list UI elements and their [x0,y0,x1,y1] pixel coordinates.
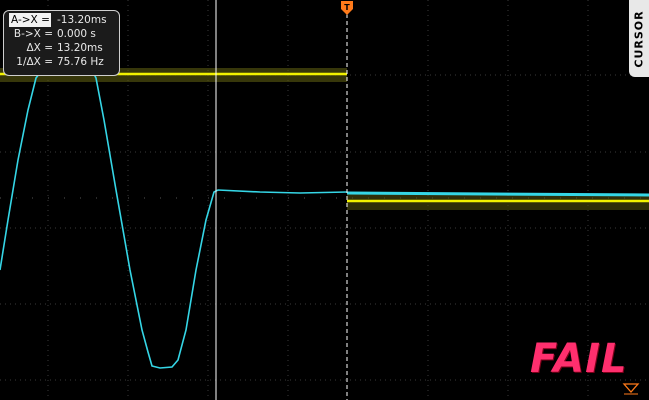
cursor-menu-tab[interactable]: CURSOR [629,0,649,77]
svg-text:T: T [344,3,350,12]
readout-row-a: A->X = -13.20ms [9,13,119,27]
readout-label: A->X = [9,13,51,27]
readout-value: 75.76 Hz [57,56,104,68]
readout-value: -13.20ms [57,14,107,26]
trigger-position-icon[interactable]: T [341,1,353,15]
channel2-trace [0,69,649,369]
cursor-tab-label: CURSOR [632,9,646,68]
readout-row-b: B->X = 0.000 s [9,27,119,41]
readout-row-frequency: 1/ΔX = 75.76 Hz [9,55,119,69]
time-reference-icon[interactable] [622,383,640,395]
readout-label: B->X = [13,28,53,40]
readout-label: 1/ΔX = [16,56,53,68]
readout-value: 13.20ms [57,42,103,54]
readout-label: ΔX = [26,42,53,54]
readout-value: 0.000 s [57,28,96,40]
cursor-readout-panel: A->X = -13.20ms B->X = 0.000 s ΔX = 13.20ms… [3,10,120,76]
readout-row-delta: ΔX = 13.20ms [9,41,119,55]
fail-indicator: FAIL [530,336,628,382]
